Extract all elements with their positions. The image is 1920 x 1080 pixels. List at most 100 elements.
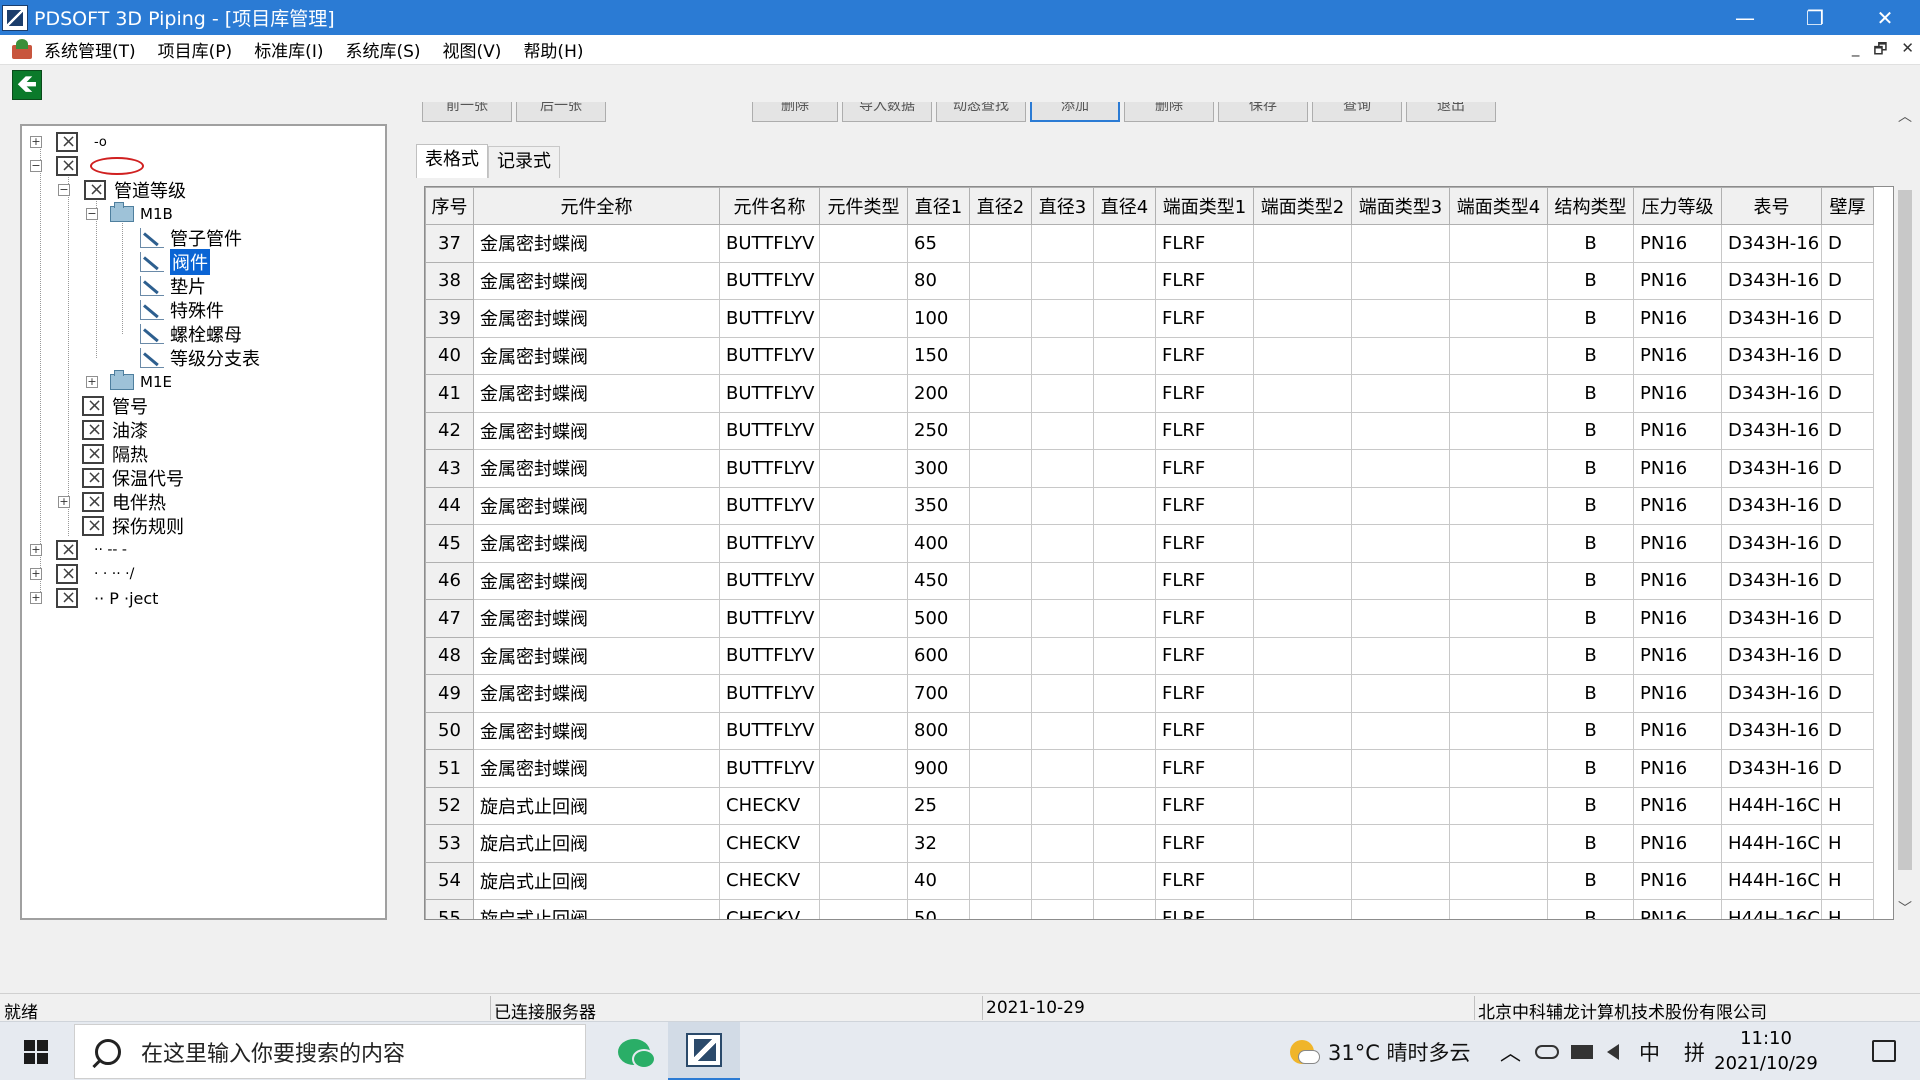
table-cell[interactable]	[1031, 411, 1094, 450]
tree-node-branch-table[interactable]: 等级分支表	[140, 346, 260, 370]
column-header[interactable]: 壁厚	[1821, 187, 1874, 225]
tree-node-pipe-fittings[interactable]: 管子管件	[140, 226, 242, 250]
taskbar-clock[interactable]: 11:10 2021/10/29	[1706, 1026, 1826, 1076]
tab-table[interactable]: 表格式	[416, 144, 488, 178]
table-cell[interactable]	[819, 411, 908, 450]
table-cell[interactable]: D343H-16	[1721, 711, 1822, 750]
table-cell[interactable]: B	[1547, 261, 1634, 300]
tree-node-root4[interactable]: + · · ·· ·/	[30, 562, 134, 586]
table-cell[interactable]: 700	[907, 674, 970, 713]
column-header[interactable]: 直径2	[969, 187, 1032, 225]
table-cell[interactable]	[1253, 674, 1352, 713]
battery-icon[interactable]	[1571, 1044, 1593, 1059]
table-cell[interactable]	[1031, 374, 1094, 413]
table-cell[interactable]: B	[1547, 674, 1634, 713]
table-cell[interactable]: 65	[907, 224, 970, 263]
table-cell[interactable]: D343H-16	[1721, 749, 1822, 788]
collapse-minus-icon[interactable]: −	[58, 184, 70, 196]
table-cell[interactable]: 450	[907, 561, 970, 600]
table-row[interactable]: 42 金属密封蝶阀 BUTTFLYV 250 FLRF B PN16 D343H-16 D	[425, 411, 1874, 450]
table-cell[interactable]	[1031, 674, 1094, 713]
table-cell[interactable]: 600	[907, 636, 970, 675]
table-cell[interactable]: BUTTFLYV	[719, 374, 820, 413]
table-cell[interactable]	[1031, 224, 1094, 263]
table-cell[interactable]	[1031, 524, 1094, 563]
table-cell[interactable]	[819, 711, 908, 750]
menu-syslib[interactable]: 系统库(S)	[345, 37, 420, 62]
table-cell[interactable]	[819, 224, 908, 263]
table-cell[interactable]	[1093, 486, 1156, 525]
table-cell[interactable]	[819, 861, 908, 900]
table-cell[interactable]: FLRF	[1155, 636, 1254, 675]
table-cell[interactable]: BUTTFLYV	[719, 261, 820, 300]
table-cell[interactable]	[969, 524, 1032, 563]
table-row[interactable]: 54 旋启式止回阀 CHECKV 40 FLRF B PN16 H44H-16C H	[425, 861, 1874, 900]
table-cell[interactable]: D	[1821, 486, 1874, 525]
table-cell[interactable]	[1253, 299, 1352, 338]
table-cell[interactable]	[819, 674, 908, 713]
table-cell[interactable]: B	[1547, 411, 1634, 450]
table-cell[interactable]	[1253, 711, 1352, 750]
table-cell[interactable]: B	[1547, 524, 1634, 563]
row-number[interactable]: 45	[425, 524, 474, 563]
table-cell[interactable]	[1351, 336, 1450, 375]
table-cell[interactable]	[1351, 561, 1450, 600]
table-cell[interactable]: BUTTFLYV	[719, 599, 820, 638]
table-cell[interactable]: B	[1547, 299, 1634, 338]
table-row[interactable]: 38 金属密封蝶阀 BUTTFLYV 80 FLRF B PN16 D343H-16 D	[425, 261, 1874, 300]
table-cell[interactable]	[819, 749, 908, 788]
table-cell[interactable]	[1351, 524, 1450, 563]
table-cell[interactable]: CHECKV	[719, 786, 820, 825]
table-row[interactable]: 51 金属密封蝶阀 BUTTFLYV 900 FLRF B PN16 D343H-16 D	[425, 749, 1874, 788]
save-button[interactable]: 保存	[1218, 102, 1308, 122]
table-cell[interactable]: B	[1547, 899, 1634, 919]
tree-node-m1b[interactable]: − M1B	[86, 202, 173, 226]
table-cell[interactable]: 150	[907, 336, 970, 375]
row-number[interactable]: 47	[425, 599, 474, 638]
table-cell[interactable]: D	[1821, 411, 1874, 450]
table-cell[interactable]: D	[1821, 336, 1874, 375]
table-cell[interactable]: BUTTFLYV	[719, 561, 820, 600]
table-cell[interactable]: FLRF	[1155, 561, 1254, 600]
table-row[interactable]: 49 金属密封蝶阀 BUTTFLYV 700 FLRF B PN16 D343H-16 D	[425, 674, 1874, 713]
add-button[interactable]: 添加	[1030, 102, 1120, 122]
minimize-button[interactable]: —	[1710, 0, 1780, 35]
table-cell[interactable]	[969, 224, 1032, 263]
table-cell[interactable]	[1449, 224, 1548, 263]
table-cell[interactable]: B	[1547, 599, 1634, 638]
table-cell[interactable]: D343H-16	[1721, 486, 1822, 525]
table-cell[interactable]: B	[1547, 824, 1634, 863]
table-cell[interactable]	[1253, 336, 1352, 375]
table-cell[interactable]	[1031, 449, 1094, 488]
table-cell[interactable]	[1449, 299, 1548, 338]
table-cell[interactable]	[1351, 824, 1450, 863]
table-cell[interactable]: 旋启式止回阀	[473, 861, 720, 900]
volume-icon[interactable]	[1607, 1043, 1619, 1060]
table-cell[interactable]	[1449, 861, 1548, 900]
table-cell[interactable]: PN16	[1633, 711, 1722, 750]
table-cell[interactable]	[1351, 899, 1450, 919]
table-cell[interactable]: CHECKV	[719, 824, 820, 863]
table-cell[interactable]: FLRF	[1155, 449, 1254, 488]
row-number[interactable]: 50	[425, 711, 474, 750]
dynamic-search-button[interactable]: 动态查找	[936, 102, 1026, 122]
exit-button[interactable]: 退出	[1406, 102, 1496, 122]
column-header[interactable]: 结构类型	[1547, 187, 1634, 225]
table-cell[interactable]: H	[1821, 899, 1874, 919]
table-cell[interactable]: FLRF	[1155, 674, 1254, 713]
table-cell[interactable]	[969, 861, 1032, 900]
table-cell[interactable]: 250	[907, 411, 970, 450]
table-cell[interactable]: B	[1547, 636, 1634, 675]
table-cell[interactable]	[969, 786, 1032, 825]
table-cell[interactable]	[1031, 599, 1094, 638]
table-cell[interactable]: PN16	[1633, 486, 1722, 525]
table-cell[interactable]	[969, 486, 1032, 525]
table-cell[interactable]: PN16	[1633, 749, 1722, 788]
table-row[interactable]: 37 金属密封蝶阀 BUTTFLYV 65 FLRF B PN16 D343H-16 D	[425, 224, 1874, 263]
table-row[interactable]: 53 旋启式止回阀 CHECKV 32 FLRF B PN16 H44H-16C H	[425, 824, 1874, 863]
table-cell[interactable]: 800	[907, 711, 970, 750]
table-cell[interactable]	[969, 636, 1032, 675]
table-cell[interactable]: D	[1821, 224, 1874, 263]
table-cell[interactable]	[1253, 524, 1352, 563]
table-cell[interactable]	[819, 374, 908, 413]
